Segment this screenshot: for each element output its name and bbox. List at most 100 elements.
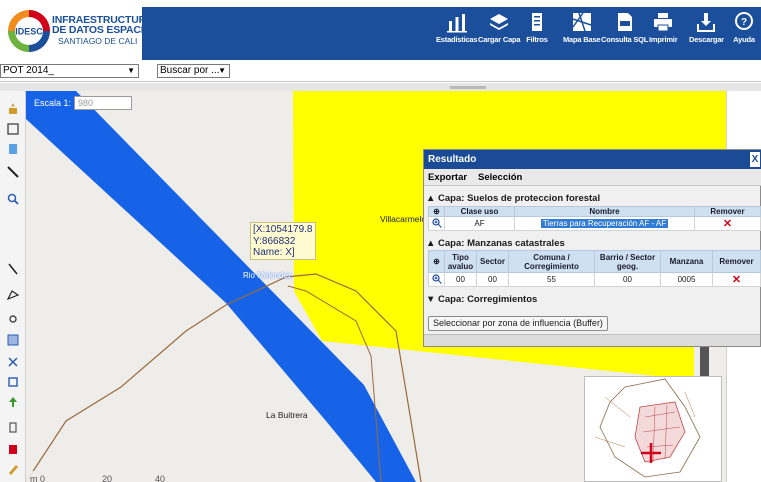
zoom-col-header: ⊕ (428, 206, 445, 217)
layers-icon (490, 14, 509, 30)
scalebar-tick: 40 (155, 474, 166, 482)
scalebar-tick: 20 (102, 474, 113, 482)
cargar-capa-label: Cargar Capa (478, 35, 521, 44)
svg-text:?: ? (741, 17, 747, 28)
mapa-base-label: Mapa Base (563, 35, 601, 44)
info-icon[interactable] (7, 143, 19, 155)
layer1-heading[interactable]: ▲ Capa: Suelos de proteccion forestal (426, 193, 600, 204)
clear-icon[interactable] (7, 421, 19, 433)
remove-icon[interactable]: ✕ (732, 274, 741, 286)
scale-input[interactable]: 980 (74, 96, 132, 110)
scale-label: Escala 1: (34, 98, 72, 108)
ayuda-button[interactable]: ? Ayuda (733, 11, 755, 57)
col-header: Remover (712, 250, 761, 273)
descargar-label: Descargar (689, 35, 724, 44)
cell-manzana: 0005 (660, 272, 713, 287)
results-footer (424, 334, 760, 346)
col-header: Clase uso (444, 206, 515, 217)
filtros-label: Filtros (526, 35, 548, 44)
select-icon[interactable] (7, 334, 19, 346)
draw-point-icon[interactable] (7, 313, 19, 325)
coord-name: Name: X] (253, 247, 295, 258)
zoom-to-icon[interactable] (431, 217, 442, 228)
imprimir-button[interactable]: Imprimir (649, 11, 678, 57)
export-icon[interactable] (7, 396, 19, 408)
cell-tipo-avaluo: 00 (444, 272, 477, 287)
overview-map[interactable] (584, 376, 722, 482)
idesc-badge-icon: IDESC (8, 10, 50, 52)
cargar-capa-button[interactable]: Cargar Capa (478, 11, 521, 57)
divider-handle[interactable] (450, 86, 486, 89)
basemap-icon (572, 12, 591, 32)
col-header: Manzana (660, 250, 713, 273)
idesc-badge-text: IDESC (15, 27, 43, 37)
menu-exportar[interactable]: Exportar (428, 169, 467, 186)
filtros-button[interactable]: Filtros (526, 11, 548, 57)
printer-icon (654, 13, 673, 32)
layer2-heading[interactable]: ▲ Capa: Manzanas catastrales (426, 238, 565, 249)
ayuda-label: Ayuda (733, 35, 755, 44)
left-toolbar (0, 91, 26, 482)
header: IDESC INFRAESTRUCTURA DE DATOS ESPACIALE… (0, 0, 761, 62)
edit-icon[interactable] (7, 463, 19, 475)
delete-icon[interactable] (7, 443, 19, 455)
scalebar-unit: m (30, 474, 38, 482)
measure-line-icon[interactable] (7, 166, 19, 178)
menu-seleccion[interactable]: Selección (478, 169, 522, 186)
col-header: Remover (694, 206, 761, 217)
sql-icon (617, 13, 632, 31)
results-window: Resultado X Exportar Selección ▲ Capa: S… (423, 149, 761, 347)
chart-icon (446, 14, 467, 33)
overview-scroll-handle[interactable] (700, 347, 709, 377)
draw-polygon-icon[interactable] (7, 289, 19, 301)
col-header: Tipo avaluo (444, 250, 477, 273)
zoom-to-icon[interactable] (431, 273, 442, 284)
close-button[interactable]: X (750, 152, 760, 167)
coord-x: [X:1054179.8 (253, 224, 313, 235)
search-select[interactable]: Buscar por ... ▼ (157, 64, 230, 78)
zoom-box-icon[interactable] (7, 123, 19, 135)
download-icon (697, 13, 716, 32)
place-la-buitrera: La Buitrera (266, 410, 308, 420)
zoom-row-cell[interactable] (428, 216, 445, 231)
layer2-table: ⊕ Tipo avaluo Sector Comuna / Corregimie… (428, 250, 761, 287)
layer-select[interactable]: POT 2014_ ▼ (0, 64, 139, 78)
zoom-row-cell[interactable] (428, 272, 445, 287)
layer-select-value: POT 2014_ (3, 65, 54, 76)
controls-row: POT 2014_ ▼ Buscar por ... ▼ (0, 62, 761, 82)
place-villacarmelo: Villacarmelo (380, 214, 427, 224)
layer3-heading[interactable]: ▼ Capa: Corregimientos (426, 294, 537, 305)
cell-nombre: Tierras para Recuperación AF - AF (514, 216, 695, 231)
chevron-down-icon: ▼ (218, 66, 226, 75)
draw-line-icon[interactable] (7, 263, 19, 275)
search-select-value: Buscar por ... (160, 65, 220, 76)
help-icon: ? (735, 12, 753, 30)
cell-clase-uso: AF (444, 216, 515, 231)
identify-icon[interactable] (7, 356, 19, 368)
chevron-down-icon: ▼ (127, 66, 135, 75)
col-header: Nombre (514, 206, 695, 217)
buffer-tool-icon[interactable] (7, 376, 19, 388)
cell-comuna: 55 (508, 272, 595, 287)
remove-cell[interactable]: ✕ (712, 272, 761, 287)
search-map-icon[interactable] (7, 193, 19, 205)
estadisticas-button[interactable]: Estadísticas (436, 11, 478, 57)
coordinate-tooltip: [X:1054179.8 Y:866832 Name: X] (250, 222, 316, 260)
estadisticas-label: Estadísticas (436, 35, 478, 44)
imprimir-label: Imprimir (649, 35, 678, 44)
zoom-col-header: ⊕ (428, 250, 445, 273)
consulta-sql-button[interactable]: Consulta SQL (601, 11, 648, 57)
consulta-sql-label: Consulta SQL (601, 35, 649, 44)
nombre-value: Tierras para Recuperación AF - AF (540, 219, 669, 228)
buffer-select-button[interactable]: Seleccionar por zona de influencia (Buff… (428, 316, 608, 331)
results-title-bar[interactable]: Resultado (424, 150, 761, 169)
mapa-base-button[interactable]: Mapa Base (563, 11, 601, 57)
coord-y: Y:866832 (253, 235, 296, 247)
descargar-button[interactable]: Descargar (689, 11, 724, 57)
remove-cell[interactable]: ✕ (694, 216, 761, 231)
idesc-logo[interactable]: IDESC INFRAESTRUCTURA DE DATOS ESPACIALE… (6, 8, 171, 54)
remove-icon[interactable]: ✕ (723, 218, 732, 230)
pan-icon[interactable] (7, 103, 19, 115)
results-menu: Exportar Selección (424, 169, 761, 186)
scalebar-tick: 0 (40, 474, 46, 482)
